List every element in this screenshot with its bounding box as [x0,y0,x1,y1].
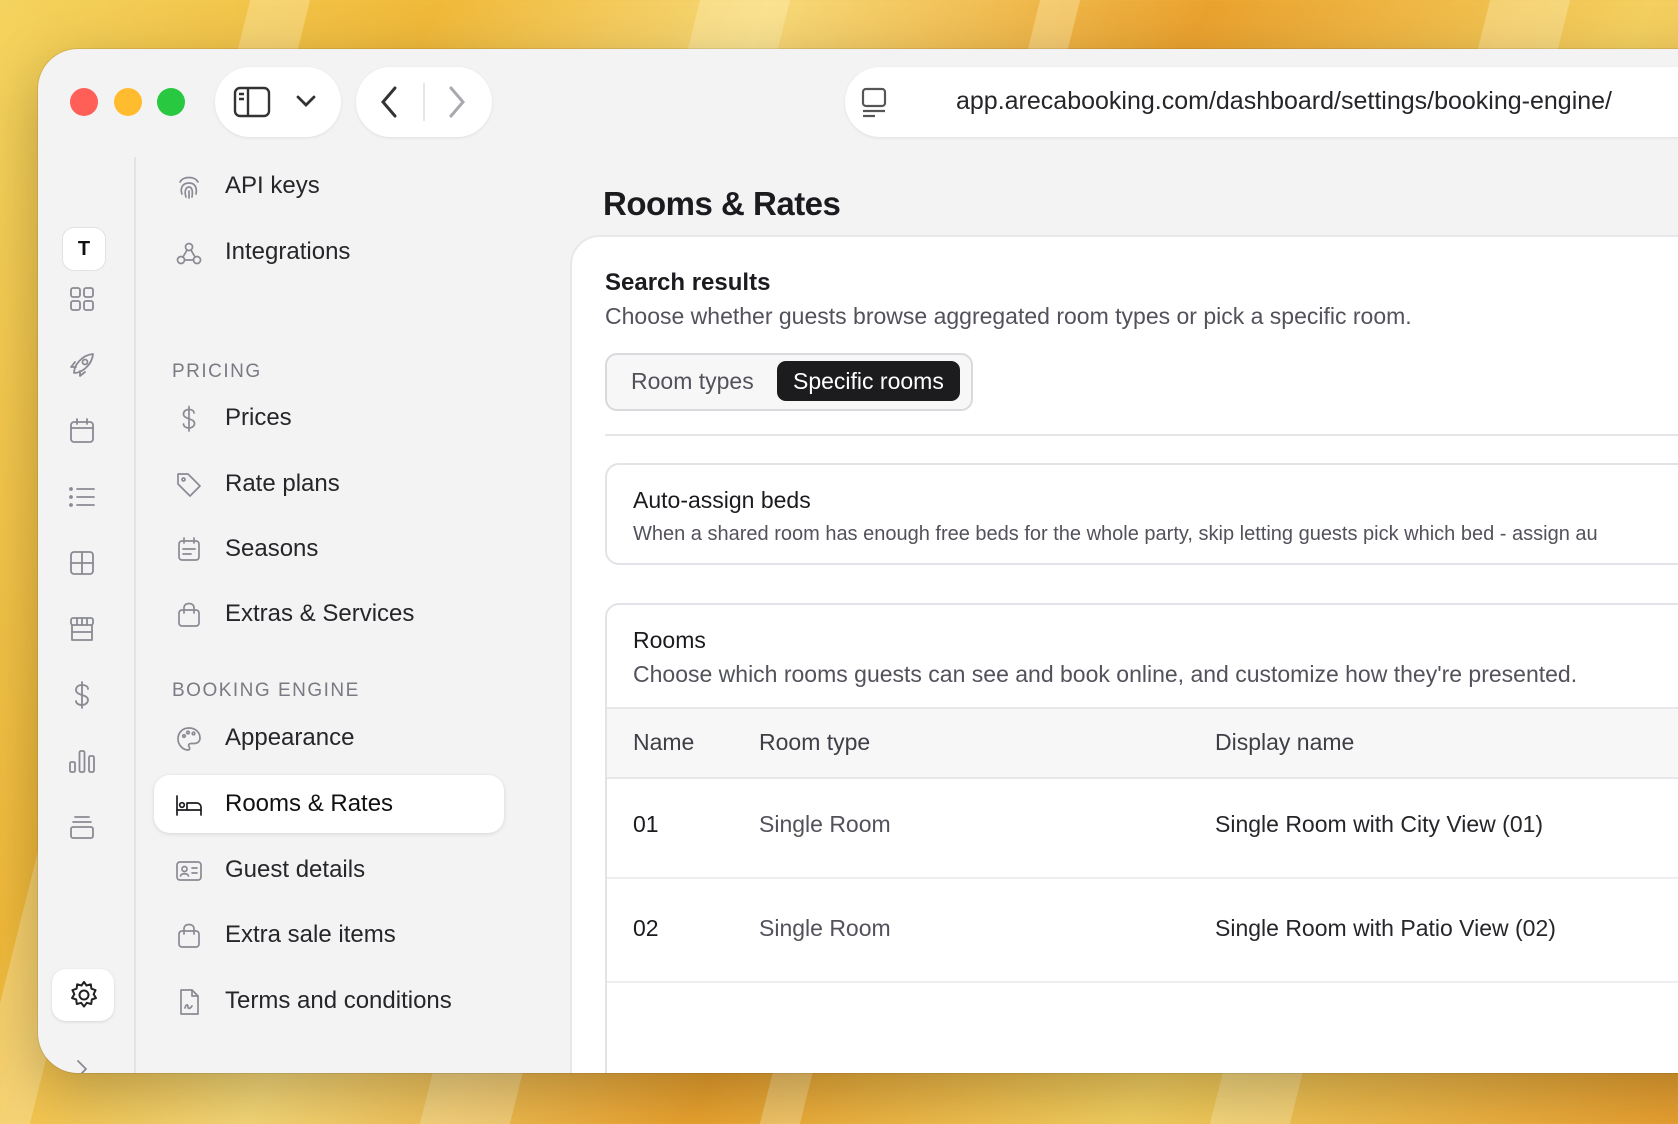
rooms-table-header: Name Room type Display name [607,707,1678,779]
room-display-name: Single Room with Patio View (02) [1215,915,1556,941]
room-type: Single Room [759,915,891,941]
column-header-room-type[interactable]: Room type [759,729,870,756]
calendar-icon [178,537,200,561]
room-types-option[interactable]: Room types [615,361,770,401]
shopping-bag-icon [178,602,200,627]
nav-item-integrations[interactable]: Integrations [154,223,504,281]
rooms-title: Rooms [633,627,706,653]
nav-item-terms-conditions[interactable]: Terms and conditions [154,972,504,1030]
chevron-down-icon[interactable] [295,93,317,109]
page-title: Rooms & Rates [603,185,841,222]
rooms-description: Choose which rooms guests can see and bo… [633,661,1578,687]
dollar-icon[interactable] [66,679,98,711]
settings-button[interactable] [52,969,114,1021]
room-display-name: Single Room with City View (01) [1215,811,1544,837]
nav-item-appearance[interactable]: Appearance [154,709,504,767]
history-nav-group [356,67,492,137]
nav-item-api-keys[interactable]: API keys [154,157,504,215]
table-row[interactable]: 02 Single Room Single Room with Patio Vi… [607,879,1678,983]
nav-item-guest-details[interactable]: Guest details [154,841,504,899]
search-mode-toggle: Room types Specific rooms [605,353,973,411]
close-window-button[interactable] [70,88,98,116]
webhook-icon [176,242,202,265]
chevron-right-icon[interactable] [70,1057,94,1073]
settings-nav: API keys Integrations PRICING Prices Rat… [136,157,608,1073]
file-signature-icon [180,989,199,1015]
id-card-icon [176,861,202,881]
section-divider [605,434,1678,436]
search-results-description: Choose whether guests browse aggregated … [605,303,1412,329]
layout-icon[interactable] [66,547,98,579]
bed-icon [176,795,202,816]
pricing-section-title: PRICING [172,361,262,382]
booking-engine-section-title: BOOKING ENGINE [172,680,360,701]
room-name: 01 [633,811,659,837]
rooms-card: Rooms Choose which rooms guests can see … [605,603,1678,1073]
sidebar-toggle-group [215,67,341,137]
specific-rooms-option[interactable]: Specific rooms [777,361,960,401]
dollar-icon [182,405,196,432]
list-icon[interactable] [66,481,98,513]
zoom-window-button[interactable] [157,88,185,116]
nav-item-extras-services[interactable]: Extras & Services [154,585,504,643]
calendar-icon[interactable] [66,415,98,447]
search-results-title: Search results [605,269,771,296]
minimize-window-button[interactable] [114,88,142,116]
workspace-avatar[interactable]: T [62,227,106,271]
shopping-bag-icon [178,923,200,948]
nav-item-rate-plans[interactable]: Rate plans [154,455,504,513]
room-name: 02 [633,915,659,941]
back-arrow-icon[interactable] [378,85,400,119]
room-type: Single Room [759,811,891,837]
nav-item-seasons[interactable]: Seasons [154,520,504,578]
nav-item-prices[interactable]: Prices [154,389,504,447]
column-header-name[interactable]: Name [633,729,694,756]
icon-rail: T [38,157,136,1073]
column-header-display-name[interactable]: Display name [1215,729,1354,756]
gear-icon [71,981,97,1008]
url-text: app.arecabooking.com/dashboard/settings/… [956,87,1613,115]
bar-chart-icon[interactable] [66,745,98,777]
nav-item-extra-sale-items[interactable]: Extra sale items [154,906,504,964]
palette-icon [177,727,201,751]
auto-assign-title: Auto-assign beds [633,487,811,513]
tag-icon [177,473,201,497]
auto-assign-card: Auto-assign beds When a shared room has … [605,463,1678,565]
stack-icon[interactable] [66,811,98,843]
table-row[interactable]: 01 Single Room Single Room with City Vie… [607,775,1678,879]
nav-item-rooms-rates[interactable]: Rooms & Rates [154,775,504,833]
address-bar[interactable]: app.arecabooking.com/dashboard/settings/… [845,67,1678,137]
page-icon [861,87,887,118]
browser-window: app.arecabooking.com/dashboard/settings/… [38,49,1678,1073]
sidebar-icon[interactable] [233,85,271,119]
fingerprint-icon [179,176,199,199]
rocket-icon[interactable] [66,349,98,381]
store-icon[interactable] [66,613,98,645]
settings-panel: Search results Choose whether guests bro… [570,235,1678,1073]
forward-arrow-icon[interactable] [446,85,468,119]
auto-assign-description: When a shared room has enough free beds … [633,523,1598,545]
grid-icon[interactable] [66,283,98,315]
